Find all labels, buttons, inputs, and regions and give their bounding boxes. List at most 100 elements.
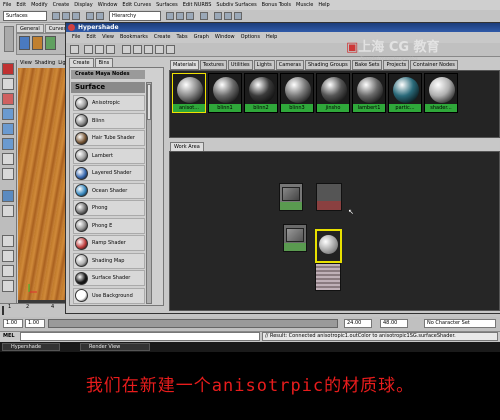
shelf-tab-general[interactable]: General [16,24,44,33]
create-panel-scroll-thumb[interactable] [147,84,151,120]
menu-surfaces[interactable]: Surfaces [156,2,178,8]
menu-edit[interactable]: Edit [16,2,26,8]
layout-hypershade-icon[interactable] [2,280,14,292]
create-maya-nodes-header[interactable]: Create Maya Nodes [71,70,145,79]
show-both-tabs-icon[interactable] [106,45,115,54]
hs-menu-create[interactable]: Create [154,33,171,42]
snap-grid-icon[interactable] [166,12,174,20]
hs-menu-tabs[interactable]: Tabs [177,33,188,42]
object-mode-icon[interactable] [96,12,104,20]
hs-menu-window[interactable]: Window [215,33,235,42]
material-swatch[interactable]: anisot... [172,73,206,113]
material-swatch[interactable]: lambert1 [352,73,386,113]
clear-graph-icon[interactable] [122,45,131,54]
end-time-field[interactable]: 48.00 [380,319,408,328]
menu-help[interactable]: Help [318,2,329,8]
character-set-select[interactable]: No Character Set [424,319,496,328]
menu-display[interactable]: Display [74,2,92,8]
surface-node-item[interactable]: Shading Map [73,252,145,269]
playback-start-field[interactable]: 1.00 [25,319,45,328]
menu-window[interactable]: Window [98,2,118,8]
layout-outliner-icon[interactable] [2,235,14,247]
manipulator-icon[interactable] [2,153,14,165]
work-node-texture[interactable] [315,263,341,291]
tab-lights[interactable]: Lights [253,60,275,70]
layout-graph-icon[interactable] [2,250,14,262]
taskbar-render-view[interactable]: Render View [80,343,150,351]
tab-utilities[interactable]: Utilities [227,60,253,70]
surface-node-item[interactable]: Surface Shader [73,270,145,286]
new-scene-icon[interactable] [52,12,60,20]
surface-node-item[interactable]: Use Background [73,287,145,304]
tab-materials[interactable]: Materials [170,60,199,70]
rotate-tool-icon[interactable] [2,123,14,135]
playback-end-field[interactable]: 24.00 [344,319,372,328]
surface-node-item[interactable]: Hair Tube Shader [73,130,145,146]
work-node-shading-group[interactable] [316,183,342,211]
material-swatch[interactable]: blinn3 [280,73,314,113]
hs-menu-options[interactable]: Options [241,33,260,42]
menu-file[interactable]: File [3,2,11,8]
viewport-menu-view[interactable]: View [20,60,32,68]
work-node-blinn-selected[interactable] [315,229,342,263]
single-view-icon[interactable] [2,190,14,202]
start-time-field[interactable]: 1.00 [3,319,23,328]
layout-persp-graph-icon[interactable] [2,265,14,277]
input-output-connections-icon[interactable] [155,45,164,54]
show-bottom-tabs-icon[interactable] [95,45,104,54]
viewport-menu-shading[interactable]: Shading [35,60,55,68]
menu-muscle[interactable]: Muscle [296,2,313,8]
material-swatch[interactable]: blinn1 [208,73,242,113]
surface-node-item[interactable]: Ocean Shader [73,182,145,199]
four-view-icon[interactable] [2,205,14,217]
menu-modify[interactable]: Modify [31,2,48,8]
command-input[interactable] [20,332,260,341]
hs-menu-edit[interactable]: Edit [86,33,96,42]
surface-node-item[interactable]: Blinn [73,112,145,129]
surface-node-item[interactable]: Anisotropic [73,95,145,111]
material-swatch[interactable]: partic... [388,73,422,113]
ipr-render-icon[interactable] [224,12,232,20]
render-icon[interactable] [214,12,222,20]
nurbs-sphere-icon[interactable] [19,36,30,50]
menu-edit-nurbs[interactable]: Edit NURBS [183,2,212,8]
tab-textures[interactable]: Textures [199,60,227,70]
menu-bonus-tools[interactable]: Bonus Tools [262,2,291,8]
material-swatch[interactable]: shader... [424,73,458,113]
nurbs-cylinder-icon[interactable] [45,36,56,50]
current-time-marker[interactable] [2,306,4,315]
paint-select-icon[interactable] [2,93,14,105]
hs-menu-file[interactable]: File [72,33,80,42]
menu-create[interactable]: Create [53,2,70,8]
lasso-tool-icon[interactable] [2,78,14,90]
work-node-anisotropic[interactable] [279,183,303,211]
save-scene-icon[interactable] [72,12,80,20]
snap-curve-icon[interactable] [176,12,184,20]
tab-cameras[interactable]: Cameras [275,60,304,70]
last-tool-icon[interactable] [2,168,14,180]
shelf-menu-icon[interactable] [4,26,14,52]
surface-section-header[interactable]: Surface [71,82,145,93]
select-mode-icon[interactable] [86,12,94,20]
show-top-tabs-icon[interactable] [84,45,93,54]
snap-point-icon[interactable] [186,12,194,20]
select-tool-icon[interactable] [2,63,14,75]
command-language-label[interactable]: MEL [3,332,15,341]
material-swatch[interactable]: jinsho [316,73,350,113]
hs-menu-bookmarks[interactable]: Bookmarks [120,33,148,42]
graph-materials-icon[interactable] [133,45,142,54]
move-tool-icon[interactable] [2,108,14,120]
menu-subdiv-surfaces[interactable]: Subdiv Surfaces [216,2,256,8]
mode-select[interactable]: Surfaces [3,11,47,21]
toggle-create-bar-icon[interactable] [70,45,79,54]
taskbar-hypershade[interactable]: Hypershade [2,343,60,351]
output-connections-icon[interactable] [166,45,175,54]
hs-menu-graph[interactable]: Graph [194,33,209,42]
render-settings-icon[interactable] [234,12,242,20]
hs-menu-view[interactable]: View [102,33,114,42]
material-swatch[interactable]: blinn2 [244,73,278,113]
selection-mask-field[interactable]: Hierarchy [109,11,161,21]
tab-shading-groups[interactable]: Shading Groups [305,60,351,70]
scale-tool-icon[interactable] [2,138,14,150]
history-icon[interactable] [200,12,208,20]
